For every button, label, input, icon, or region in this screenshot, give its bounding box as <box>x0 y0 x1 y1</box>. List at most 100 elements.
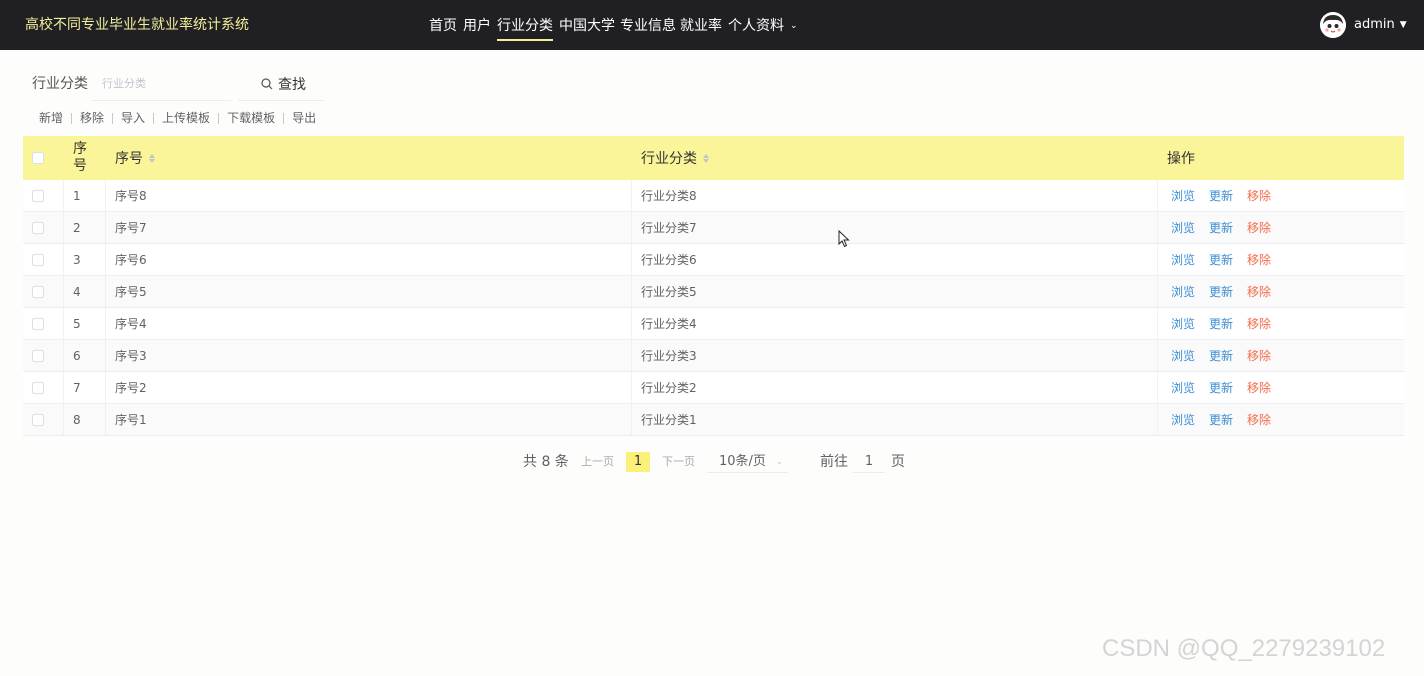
search-input[interactable] <box>93 67 231 101</box>
nav-item-home[interactable]: 首页 <box>429 16 457 36</box>
edit-button[interactable]: 更新 <box>1209 219 1233 236</box>
row-operations: 浏览 更新 移除 <box>1158 308 1404 339</box>
user-menu[interactable]: admin ▼ <box>1354 15 1407 35</box>
nav-item-industry-category[interactable]: 行业分类 <box>497 16 553 41</box>
upload-template-button[interactable]: 上传模板 <box>162 110 210 126</box>
next-page-button[interactable]: 下一页 <box>662 455 695 469</box>
row-category: 行业分类4 <box>632 308 1158 339</box>
edit-button[interactable]: 更新 <box>1209 251 1233 268</box>
page-size-select[interactable]: 10条/页 ⌄ <box>707 451 788 473</box>
row-operations: 浏览 更新 移除 <box>1158 372 1404 403</box>
row-select-cell <box>23 404 64 435</box>
row-index: 6 <box>64 340 106 371</box>
delete-button[interactable]: 移除 <box>1247 347 1271 364</box>
edit-button[interactable]: 更新 <box>1209 379 1233 396</box>
chevron-down-icon: ⌄ <box>790 21 798 31</box>
nav-item-employment-rate[interactable]: 就业率 <box>680 16 722 36</box>
row-select-cell <box>23 212 64 243</box>
delete-button[interactable]: 移除 <box>1247 379 1271 396</box>
delete-button[interactable]: 移除 <box>1247 187 1271 204</box>
search-icon <box>261 78 273 90</box>
divider <box>71 112 73 124</box>
row-number: 序号1 <box>106 404 632 435</box>
row-index: 8 <box>64 404 106 435</box>
prev-page-button[interactable]: 上一页 <box>581 455 614 469</box>
view-button[interactable]: 浏览 <box>1171 379 1195 396</box>
row-checkbox[interactable] <box>32 381 44 394</box>
search-button[interactable]: 查找 <box>238 67 323 101</box>
goto-page-input[interactable] <box>853 451 885 473</box>
row-number: 序号5 <box>106 276 632 307</box>
row-index: 4 <box>64 276 106 307</box>
export-button[interactable]: 导出 <box>292 110 316 126</box>
view-button[interactable]: 浏览 <box>1171 315 1195 332</box>
delete-button[interactable]: 移除 <box>1247 411 1271 428</box>
row-number: 序号3 <box>106 340 632 371</box>
header-number[interactable]: 序号 <box>106 136 632 180</box>
row-select-cell <box>23 372 64 403</box>
nav-item-users[interactable]: 用户 <box>463 16 491 36</box>
search-label: 行业分类 <box>32 76 88 92</box>
table-row: 1 序号8 行业分类8 浏览 更新 移除 <box>23 180 1404 212</box>
view-button[interactable]: 浏览 <box>1171 219 1195 236</box>
row-category: 行业分类3 <box>632 340 1158 371</box>
search-button-label: 查找 <box>278 76 306 93</box>
edit-button[interactable]: 更新 <box>1209 315 1233 332</box>
view-button[interactable]: 浏览 <box>1171 411 1195 428</box>
add-button[interactable]: 新增 <box>39 110 63 126</box>
view-button[interactable]: 浏览 <box>1171 251 1195 268</box>
goto-label: 前往 <box>820 454 848 470</box>
table-header: 序号 序号 行业分类 操作 <box>23 136 1404 180</box>
row-operations: 浏览 更新 移除 <box>1158 404 1404 435</box>
delete-button[interactable]: 移除 <box>1247 251 1271 268</box>
edit-button[interactable]: 更新 <box>1209 347 1233 364</box>
row-checkbox[interactable] <box>32 189 44 202</box>
remove-button[interactable]: 移除 <box>80 110 104 126</box>
row-category: 行业分类7 <box>632 212 1158 243</box>
row-index: 2 <box>64 212 106 243</box>
edit-button[interactable]: 更新 <box>1209 187 1233 204</box>
row-category: 行业分类6 <box>632 244 1158 275</box>
nav-item-major-info[interactable]: 专业信息 <box>620 16 676 36</box>
row-checkbox[interactable] <box>32 413 44 426</box>
row-checkbox[interactable] <box>32 253 44 266</box>
header-number-label: 序号 <box>115 151 143 167</box>
import-button[interactable]: 导入 <box>121 110 145 126</box>
row-operations: 浏览 更新 移除 <box>1158 212 1404 243</box>
row-operations: 浏览 更新 移除 <box>1158 340 1404 371</box>
select-all-checkbox[interactable] <box>32 152 44 164</box>
row-checkbox[interactable] <box>32 221 44 234</box>
header-index-label: 序号 <box>73 141 87 174</box>
view-button[interactable]: 浏览 <box>1171 187 1195 204</box>
avatar-cartoon-icon[interactable] <box>1320 12 1346 38</box>
nav-item-profile-label: 个人资料 <box>728 18 784 34</box>
delete-button[interactable]: 移除 <box>1247 283 1271 300</box>
table-row: 5 序号4 行业分类4 浏览 更新 移除 <box>23 308 1404 340</box>
table-body: 1 序号8 行业分类8 浏览 更新 移除 2 序号7 行业分类7 浏览 更新 移… <box>23 180 1404 436</box>
row-select-cell <box>23 180 64 211</box>
row-index: 1 <box>64 180 106 211</box>
view-button[interactable]: 浏览 <box>1171 283 1195 300</box>
header-category[interactable]: 行业分类 <box>632 136 1158 180</box>
download-template-button[interactable]: 下载模板 <box>227 110 275 126</box>
caret-down-icon: ▼ <box>1399 20 1407 30</box>
row-checkbox[interactable] <box>32 285 44 298</box>
delete-button[interactable]: 移除 <box>1247 315 1271 332</box>
page-size-value: 10条/页 <box>719 454 766 469</box>
nav-item-china-universities[interactable]: 中国大学 <box>559 16 615 36</box>
pagination-total: 共 8 条 <box>523 454 569 470</box>
table-row: 7 序号2 行业分类2 浏览 更新 移除 <box>23 372 1404 404</box>
row-index: 5 <box>64 308 106 339</box>
edit-button[interactable]: 更新 <box>1209 283 1233 300</box>
view-button[interactable]: 浏览 <box>1171 347 1195 364</box>
chevron-down-icon: ⌄ <box>776 457 783 466</box>
sort-icon[interactable] <box>703 153 709 163</box>
nav-item-profile[interactable]: 个人资料 ⌄ <box>728 16 798 36</box>
app-title: 高校不同专业毕业生就业率统计系统 <box>25 17 249 33</box>
row-checkbox[interactable] <box>32 349 44 362</box>
page-number-current[interactable]: 1 <box>626 452 650 472</box>
edit-button[interactable]: 更新 <box>1209 411 1233 428</box>
delete-button[interactable]: 移除 <box>1247 219 1271 236</box>
row-checkbox[interactable] <box>32 317 44 330</box>
sort-icon[interactable] <box>149 153 155 163</box>
